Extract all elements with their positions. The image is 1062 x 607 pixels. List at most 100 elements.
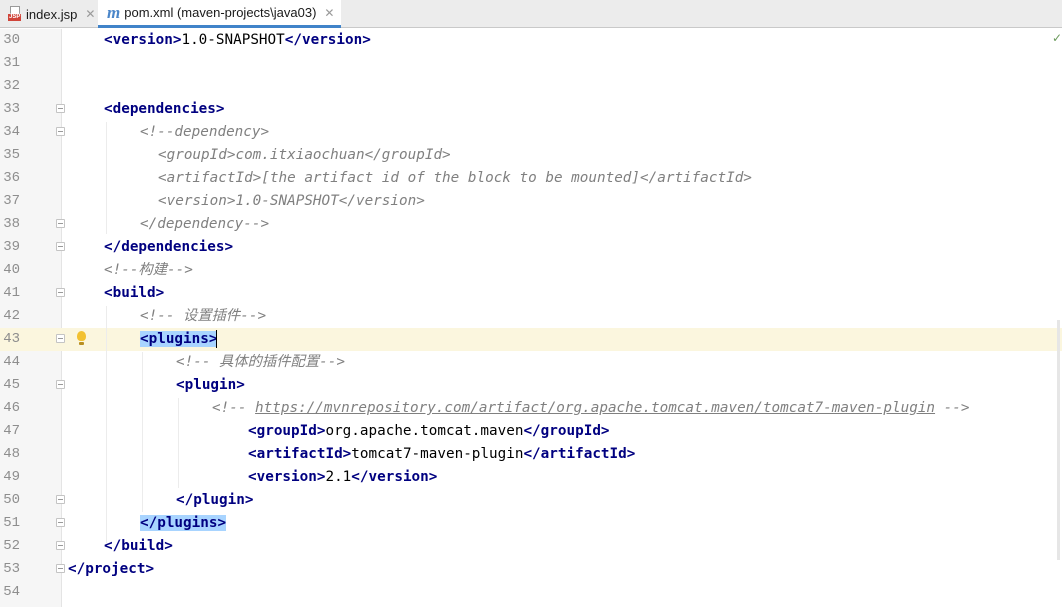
code-line: 54 bbox=[0, 581, 1062, 604]
line-content: <plugins> bbox=[140, 328, 218, 351]
code-line: 31 bbox=[0, 52, 1062, 75]
line-number: 33 bbox=[3, 101, 20, 117]
line-number: 54 bbox=[3, 584, 20, 600]
line-number: 48 bbox=[3, 446, 20, 462]
line-content: </project> bbox=[68, 561, 155, 577]
fold-marker-icon[interactable] bbox=[56, 242, 65, 251]
fold-marker-icon[interactable] bbox=[56, 541, 65, 550]
text-caret bbox=[216, 330, 218, 348]
line-number: 41 bbox=[3, 285, 20, 301]
code-line: 41 <build> bbox=[0, 282, 1062, 305]
line-content: </build> bbox=[104, 538, 173, 554]
xml-tag: </artifactId> bbox=[523, 446, 636, 462]
line-number: 36 bbox=[3, 170, 20, 186]
line-number: 42 bbox=[3, 308, 20, 324]
line-number: 51 bbox=[3, 515, 20, 531]
line-number: 35 bbox=[3, 147, 20, 163]
selected-tag: <plugins> bbox=[140, 331, 218, 347]
line-content: <version>1.0-SNAPSHOT</version> bbox=[104, 29, 371, 52]
line-content: <groupId>org.apache.tomcat.maven</groupI… bbox=[248, 420, 610, 443]
tab-pom-xml[interactable]: m pom.xml (maven-projects\java03) ✕ bbox=[98, 0, 341, 28]
code-line: 33 <dependencies> bbox=[0, 98, 1062, 121]
code-line: 45 <plugin> bbox=[0, 374, 1062, 397]
fold-marker-icon[interactable] bbox=[56, 518, 65, 527]
fold-marker-icon[interactable] bbox=[56, 219, 65, 228]
line-content: <!--dependency> bbox=[140, 124, 270, 140]
line-number: 40 bbox=[3, 262, 20, 278]
code-line: 50 </plugin> bbox=[0, 489, 1062, 512]
code-line: 48 <artifactId>tomcat7-maven-plugin</art… bbox=[0, 443, 1062, 466]
line-number: 44 bbox=[3, 354, 20, 370]
code-line: 32 bbox=[0, 75, 1062, 98]
xml-tag: </groupId> bbox=[523, 423, 610, 439]
comment-close: --> bbox=[935, 400, 970, 416]
line-number: 47 bbox=[3, 423, 20, 439]
code-line: 49 <version>2.1</version> bbox=[0, 466, 1062, 489]
close-icon[interactable]: ✕ bbox=[324, 6, 334, 20]
comment-open: <!-- bbox=[212, 400, 256, 416]
fold-marker-icon[interactable] bbox=[56, 288, 65, 297]
line-content: </plugins> bbox=[140, 512, 227, 535]
line-number: 46 bbox=[3, 400, 20, 416]
code-line: 34 <!--dependency> bbox=[0, 121, 1062, 144]
code-line: 51 </plugins> bbox=[0, 512, 1062, 535]
indent-guide bbox=[142, 352, 143, 512]
fold-marker-icon[interactable] bbox=[56, 127, 65, 136]
code-line: 47 <groupId>org.apache.tomcat.maven</gro… bbox=[0, 420, 1062, 443]
code-line-current: 43 <plugins> bbox=[0, 328, 1062, 351]
code-line: 30 <version>1.0-SNAPSHOT</version> bbox=[0, 29, 1062, 52]
xml-tag: <version> bbox=[104, 32, 182, 48]
code-line: 36 <artifactId>[the artifact id of the b… bbox=[0, 167, 1062, 190]
scrollbar[interactable] bbox=[1057, 320, 1060, 560]
close-icon[interactable]: ✕ bbox=[85, 7, 95, 21]
line-content: <dependencies> bbox=[104, 101, 225, 117]
code-line: 37 <version>1.0-SNAPSHOT</version> bbox=[0, 190, 1062, 213]
line-content: </dependencies> bbox=[104, 239, 234, 255]
line-number: 39 bbox=[3, 239, 20, 255]
maven-file-icon: m bbox=[107, 3, 121, 22]
line-number: 53 bbox=[3, 561, 20, 577]
line-content: <version>1.0-SNAPSHOT</version> bbox=[158, 193, 425, 209]
line-content: <!-- 具体的插件配置--> bbox=[176, 354, 345, 370]
code-line: 52 </build> bbox=[0, 535, 1062, 558]
code-line: 35 <groupId>com.itxiaochuan</groupId> bbox=[0, 144, 1062, 167]
xml-tag: <version> bbox=[248, 469, 326, 485]
lightbulb-icon[interactable] bbox=[77, 331, 86, 345]
line-content: <!-- 设置插件--> bbox=[140, 308, 267, 324]
line-number: 31 bbox=[3, 55, 20, 71]
fold-marker-icon[interactable] bbox=[56, 334, 65, 343]
line-number: 49 bbox=[3, 469, 20, 485]
line-content: <version>2.1</version> bbox=[248, 466, 437, 489]
indent-guide bbox=[178, 398, 179, 488]
line-content: <artifactId>[the artifact id of the bloc… bbox=[158, 170, 752, 186]
indent-guide bbox=[106, 306, 107, 544]
code-line: 38 </dependency--> bbox=[0, 213, 1062, 236]
xml-value: 2.1 bbox=[325, 469, 352, 485]
code-line: 42 <!-- 设置插件--> bbox=[0, 305, 1062, 328]
xml-tag: <artifactId> bbox=[248, 446, 352, 462]
fold-marker-icon[interactable] bbox=[56, 104, 65, 113]
xml-value: tomcat7-maven-plugin bbox=[351, 446, 524, 462]
code-line: 53 </project> bbox=[0, 558, 1062, 581]
line-number: 45 bbox=[3, 377, 20, 393]
tab-label: pom.xml (maven-projects\java03) bbox=[124, 5, 317, 20]
line-number: 32 bbox=[3, 78, 20, 94]
editor-tab-bar: JSP index.jsp ✕ m pom.xml (maven-project… bbox=[0, 0, 1062, 28]
line-content: <plugin> bbox=[176, 377, 245, 393]
tab-index-jsp[interactable]: JSP index.jsp ✕ bbox=[0, 0, 97, 28]
repository-link[interactable]: https://mvnrepository.com/artifact/org.a… bbox=[255, 400, 935, 416]
jsp-file-icon: JSP bbox=[8, 6, 22, 22]
code-line: 46 <!-- https://mvnrepository.com/artifa… bbox=[0, 397, 1062, 420]
line-content: <artifactId>tomcat7-maven-plugin</artifa… bbox=[248, 443, 635, 466]
line-content: <!--构建--> bbox=[104, 262, 193, 278]
line-number: 43 bbox=[3, 331, 20, 347]
fold-marker-icon[interactable] bbox=[56, 495, 65, 504]
fold-marker-icon[interactable] bbox=[56, 564, 65, 573]
fold-marker-icon[interactable] bbox=[56, 380, 65, 389]
inspection-ok-icon[interactable]: ✓ bbox=[1052, 31, 1062, 45]
line-number: 30 bbox=[3, 32, 20, 48]
matched-tag: </plugins> bbox=[140, 515, 227, 531]
tab-label: index.jsp bbox=[26, 6, 78, 22]
xml-tag: </version> bbox=[284, 32, 371, 48]
code-line: 40 <!--构建--> bbox=[0, 259, 1062, 282]
